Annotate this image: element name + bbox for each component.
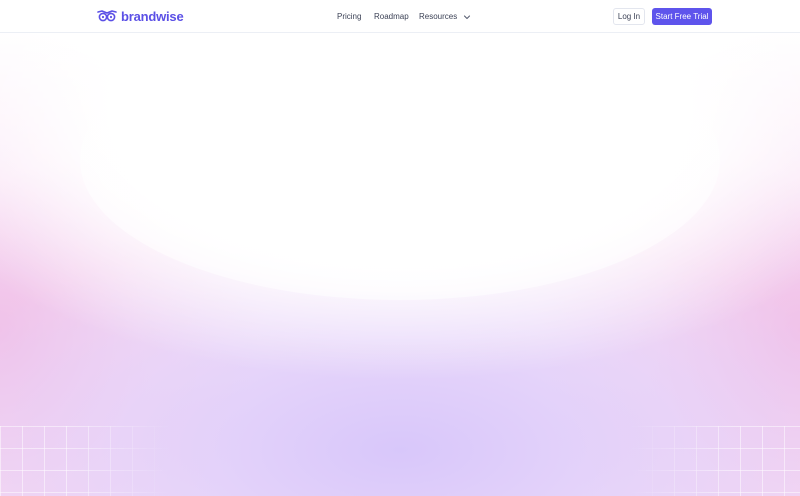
start-free-trial-button[interactable]: Start Free Trial [652, 8, 712, 25]
background-grid-left [0, 426, 170, 496]
landing-page: brandwise Pricing Roadmap Resources Log … [0, 0, 800, 496]
background-grid-right [630, 426, 800, 496]
background-highlight [80, 20, 720, 300]
login-button[interactable]: Log In [613, 8, 645, 25]
nav-resources-menu[interactable]: Resources [419, 12, 471, 21]
top-navigation-bar: brandwise Pricing Roadmap Resources Log … [0, 0, 800, 33]
nav-pricing-link[interactable]: Pricing [337, 12, 361, 21]
chevron-down-icon [464, 14, 471, 19]
nav-roadmap-link[interactable]: Roadmap [374, 12, 409, 21]
nav-resources-label: Resources [419, 12, 458, 21]
brand-logo[interactable]: brandwise [97, 8, 184, 24]
owl-glasses-icon [97, 10, 117, 22]
brand-name: brandwise [121, 8, 184, 24]
